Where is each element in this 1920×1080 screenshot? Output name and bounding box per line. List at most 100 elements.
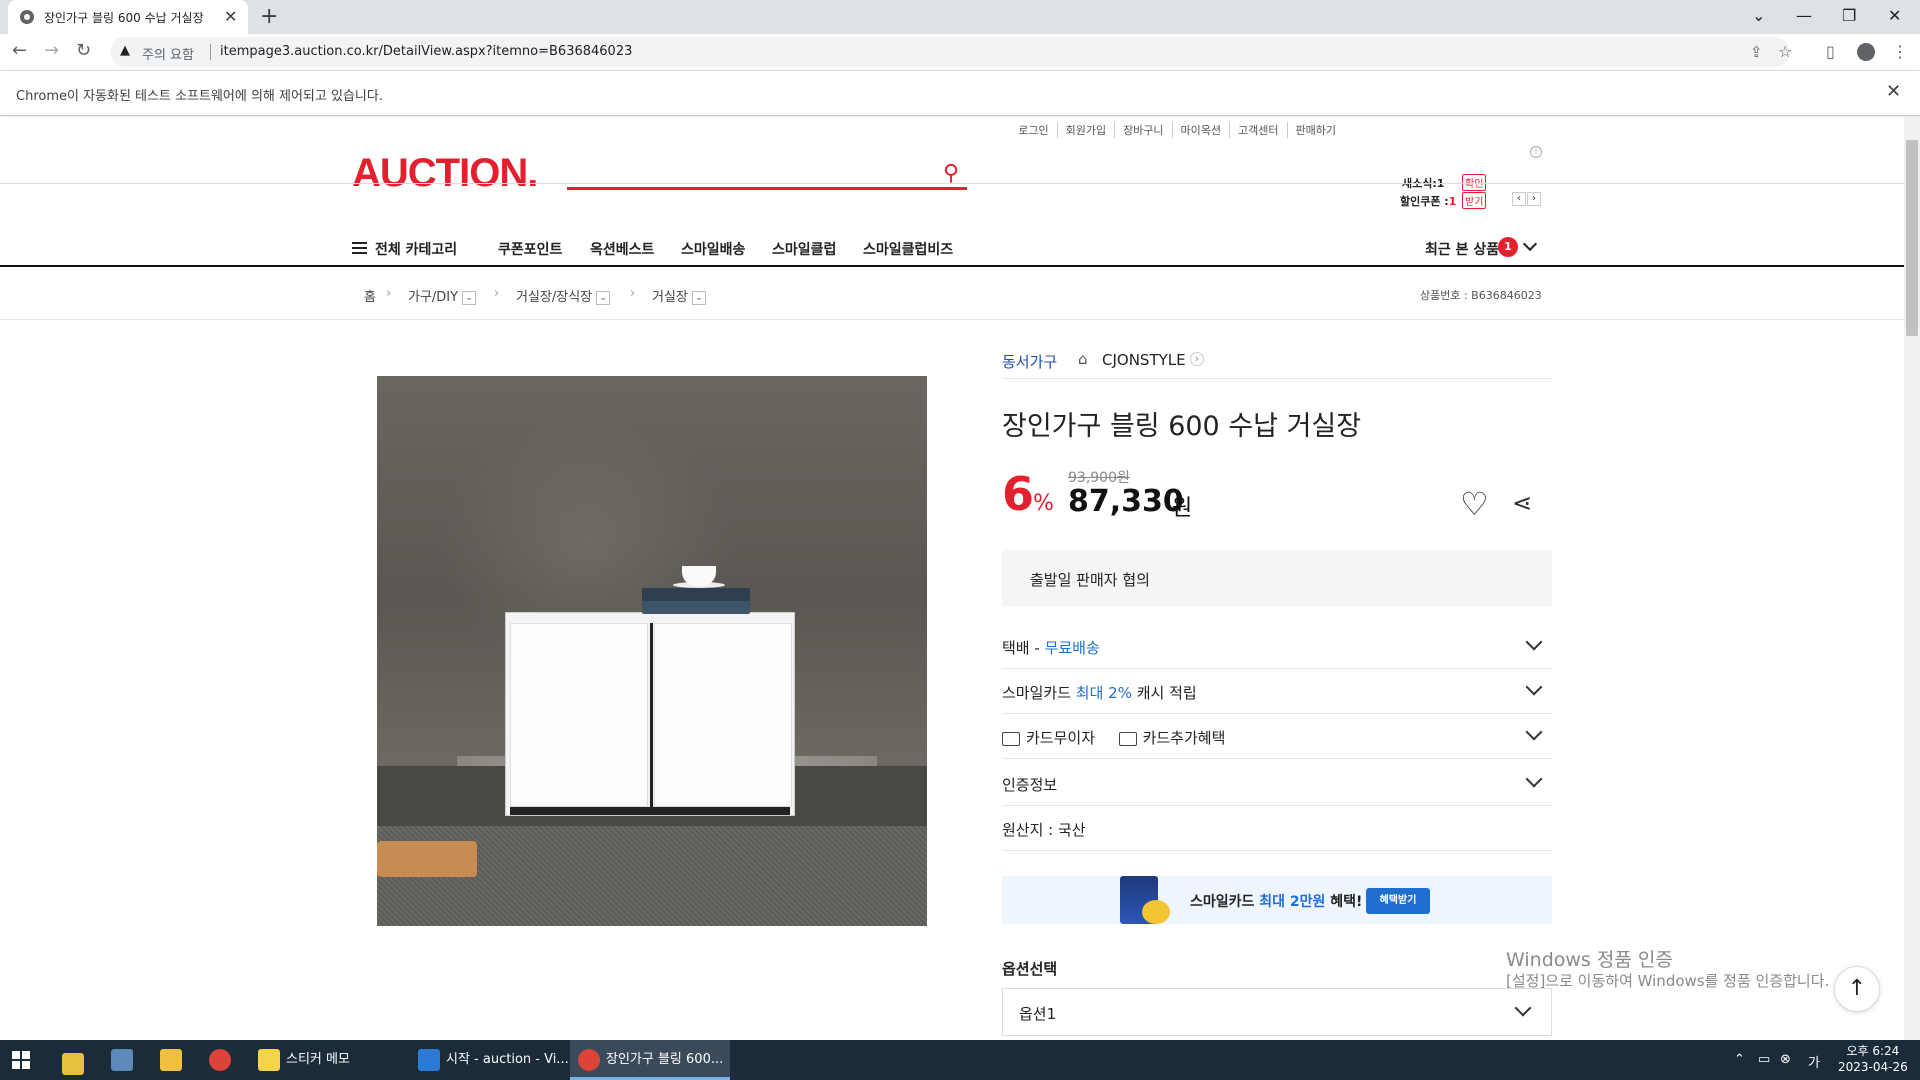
automation-infobar: Chrome이 자동화된 테스트 소프트웨어에 의해 제어되고 있습니다. ✕ — [0, 70, 1920, 116]
volume-muted-icon[interactable]: ⊗ — [1780, 1052, 1791, 1067]
store-name-link[interactable]: CJONSTYLE — [1102, 351, 1186, 369]
chevron-down-icon[interactable]: ⌄ — [596, 290, 611, 305]
page-favicon-icon — [20, 10, 34, 24]
delivery-value: 무료배송 — [1044, 639, 1100, 657]
search-input[interactable] — [567, 187, 967, 190]
option-label: 옵션선택 — [1002, 960, 1058, 978]
chevron-down-icon[interactable] — [1525, 678, 1543, 696]
windows-taskbar: 스티커 메모 시작 - auction - Vi... 장인가구 블링 600.… — [0, 1040, 1920, 1080]
bookmark-star-icon[interactable]: ☆ — [1778, 42, 1792, 61]
coupon-get-button[interactable]: 받기 — [1462, 192, 1487, 209]
reload-icon[interactable]: ↻ — [76, 40, 91, 61]
restore-icon[interactable]: ❐ — [1842, 6, 1856, 25]
warning-icon[interactable]: ▲ — [120, 43, 130, 58]
nav-smile-club[interactable]: 스마일클럽 — [772, 239, 836, 259]
info-icon[interactable]: i — [1530, 146, 1542, 158]
nav-smile-delivery[interactable]: 스마일배송 — [681, 239, 745, 259]
address-bar[interactable]: ▲ 주의 요함 itempage3.auction.co.kr/DetailVi… — [110, 37, 1792, 67]
taskbar-app-label: 스티커 메모 — [286, 1052, 350, 1067]
windows-start-icon[interactable] — [12, 1051, 30, 1069]
chevron-down-icon[interactable] — [1525, 723, 1543, 741]
infobar-close-icon[interactable]: ✕ — [1886, 81, 1901, 102]
promo-benefit-button[interactable]: 혜택받기 — [1366, 888, 1430, 914]
side-panel-icon[interactable]: ▯ — [1826, 42, 1835, 61]
taskbar-sticky-notes[interactable]: 스티커 메모 — [250, 1040, 402, 1080]
scroll-to-top-button[interactable]: ↑ — [1834, 966, 1880, 1012]
auction-logo[interactable]: AUCTION. — [352, 151, 538, 196]
new-tab-button[interactable]: + — [260, 4, 278, 29]
certification-row[interactable]: 인증정보 — [1002, 761, 1552, 806]
discount-unit: % — [1033, 491, 1054, 516]
ime-icon[interactable]: 가 — [1808, 1052, 1820, 1071]
chevron-down-icon[interactable]: ⌄ — [462, 290, 477, 305]
share-page-icon[interactable]: ⇪ — [1750, 43, 1763, 61]
chrome-taskbar-icon[interactable] — [209, 1040, 235, 1080]
file-explorer-icon[interactable] — [160, 1040, 186, 1080]
breadcrumb-level3[interactable]: 거실장 ⌄ — [652, 286, 706, 305]
heart-icon[interactable]: ♡ — [1460, 485, 1489, 523]
scrollbar-thumb[interactable] — [1906, 140, 1918, 336]
security-warning-label[interactable]: 주의 요함 — [142, 44, 194, 63]
certification-label: 인증정보 — [1002, 776, 1058, 794]
smilecard-promo-banner[interactable]: 스마일카드 최대 2만원 혜택! 혜택받기 — [1002, 876, 1552, 924]
maps-app-icon[interactable] — [62, 1040, 88, 1080]
chevron-down-icon[interactable] — [1522, 236, 1538, 252]
cabinet-base — [510, 807, 790, 815]
menu-kebab-icon[interactable]: ⋮ — [1892, 42, 1908, 61]
my-auction-link[interactable]: 마이옥션 — [1171, 122, 1229, 138]
hamburger-icon[interactable] — [352, 242, 367, 254]
share-icon[interactable]: ⋖ — [1512, 489, 1532, 517]
customer-center-link[interactable]: 고객센터 — [1229, 122, 1286, 138]
prev-arrow-icon[interactable]: ‹ — [1512, 192, 1526, 206]
photo-app-icon[interactable] — [111, 1040, 137, 1080]
all-categories-button[interactable]: 전체 카테고리 — [375, 239, 457, 259]
breadcrumb-level2[interactable]: 거실장/장식장 ⌄ — [516, 286, 611, 305]
cabinet-gap — [650, 623, 653, 807]
smilecard-row[interactable]: 스마일카드 최대 2% 캐시 적립 — [1002, 669, 1552, 714]
minimize-icon[interactable]: — — [1796, 6, 1812, 25]
nav-auction-best[interactable]: 옥션베스트 — [590, 239, 654, 259]
chevron-right-icon[interactable]: › — [1190, 352, 1204, 366]
profile-avatar-icon[interactable] — [1857, 43, 1875, 61]
window-close-icon[interactable]: ✕ — [1888, 6, 1901, 25]
url-text[interactable]: itempage3.auction.co.kr/DetailView.aspx?… — [220, 44, 632, 59]
nav-coupon-point[interactable]: 쿠폰포인트 — [498, 239, 562, 259]
origin-row: 원산지 : 국산 — [1002, 806, 1552, 851]
card-benefit-row[interactable]: 카드무이자 카드추가혜택 — [1002, 714, 1552, 759]
option-select[interactable]: 옵션1 — [1002, 988, 1552, 1036]
tray-clock[interactable]: 오후 6:24 2023-04-26 — [1838, 1043, 1908, 1075]
breadcrumb-level1-label: 가구/DIY — [408, 290, 459, 305]
delivery-row[interactable]: 택배 - 무료배송 — [1002, 624, 1552, 669]
option-value: 옵션1 — [1019, 1005, 1057, 1023]
delivery-label: 택배 - 무료배송 — [1002, 637, 1100, 658]
network-icon[interactable]: ▭ — [1758, 1052, 1770, 1067]
wooden-tray — [377, 841, 477, 877]
cart-link[interactable]: 장바구니 — [1114, 122, 1171, 138]
tray-overflow-icon[interactable]: ⌃ — [1734, 1052, 1745, 1067]
breadcrumb-home[interactable]: 홈 — [364, 286, 376, 305]
close-tab-icon[interactable]: ✕ — [224, 7, 237, 26]
nav-top-border — [0, 183, 1904, 184]
forward-icon[interactable]: → — [44, 40, 59, 61]
taskbar-vscode[interactable]: 시작 - auction - Vi... — [410, 1040, 570, 1080]
signup-link[interactable]: 회원가입 — [1056, 122, 1114, 138]
sell-link[interactable]: 판매하기 — [1286, 122, 1344, 138]
breadcrumb-separator-icon: › — [630, 286, 636, 301]
recent-products-button[interactable]: 최근 본 상품 — [1425, 239, 1499, 259]
login-link[interactable]: 로그인 — [1010, 122, 1056, 138]
product-image[interactable] — [377, 376, 927, 926]
chevron-down-icon[interactable]: ⌄ — [691, 290, 706, 305]
next-arrow-icon[interactable]: › — [1527, 192, 1541, 206]
utility-nav: 로그인 회원가입 장바구니 마이옥션 고객센터 판매하기 — [1010, 122, 1344, 138]
tab-search-icon[interactable]: ⌄ — [1752, 6, 1765, 25]
browser-tab[interactable]: 장인가구 블링 600 수납 거실장 ✕ — [8, 0, 248, 34]
breadcrumb-level1[interactable]: 가구/DIY ⌄ — [408, 286, 477, 305]
chevron-down-icon[interactable] — [1514, 999, 1532, 1017]
brand-link[interactable]: 동서가구 — [1002, 351, 1057, 372]
taskbar-chrome-window[interactable]: 장인가구 블링 600... — [570, 1040, 730, 1080]
promo-text: 스마일카드 최대 2만원 혜택! — [1190, 891, 1362, 911]
chevron-down-icon[interactable] — [1525, 633, 1543, 651]
chevron-down-icon[interactable] — [1525, 770, 1543, 788]
back-icon[interactable]: ← — [12, 40, 27, 61]
nav-smile-club-biz[interactable]: 스마일클럽비즈 — [863, 239, 953, 259]
